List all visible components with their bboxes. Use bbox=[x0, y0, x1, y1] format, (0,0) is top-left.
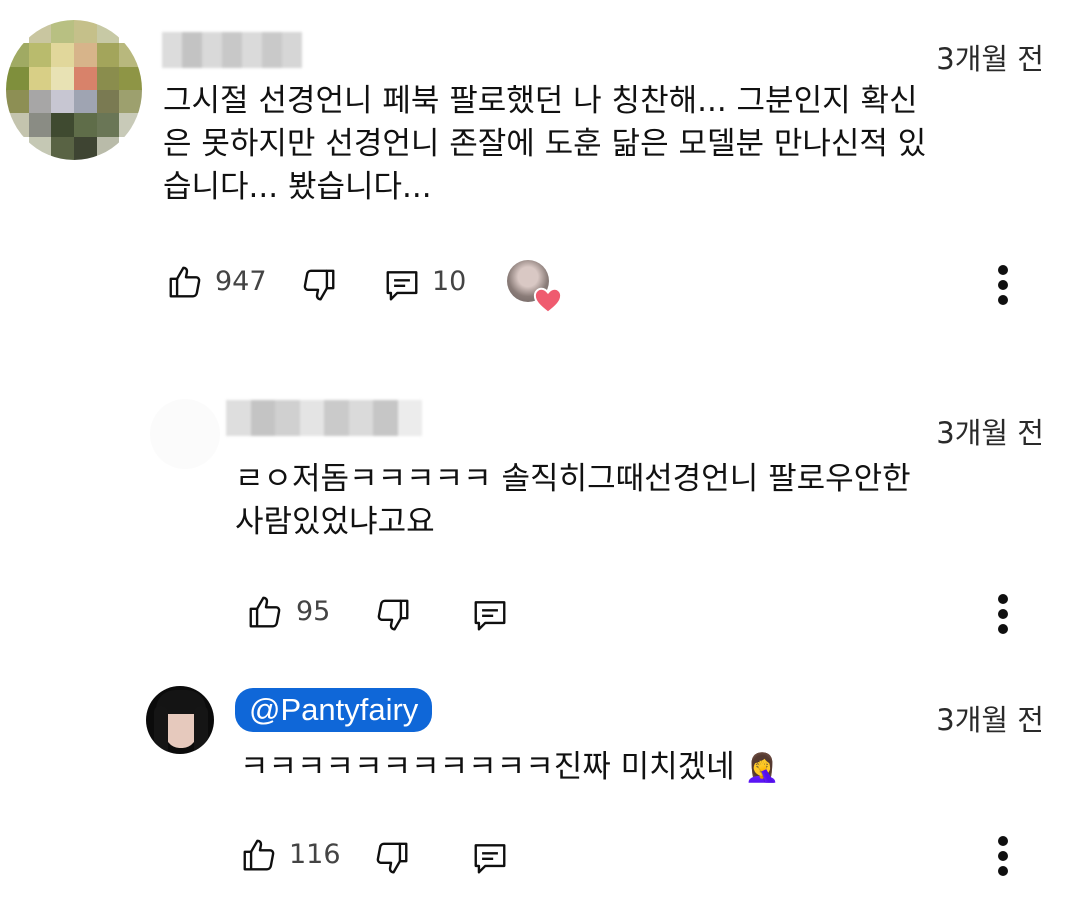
timestamp[interactable]: 3개월 전 bbox=[936, 697, 1044, 739]
comment-line: 그시절 선경언니 페북 팔로했던 나 칭찬해... 그분인지 확신 bbox=[163, 83, 918, 119]
thumb-up-icon[interactable] bbox=[240, 836, 278, 874]
timestamp[interactable]: 3개월 전 bbox=[936, 36, 1044, 78]
comment-line: ㅋㅋㅋㅋㅋㅋㅋㅋㅋㅋㅋ진짜 미치겠네 bbox=[240, 749, 735, 785]
avatar-hair-right bbox=[194, 706, 208, 754]
avatar[interactable] bbox=[146, 686, 214, 754]
more-vertical-icon[interactable] bbox=[996, 836, 1010, 876]
like-count: 116 bbox=[289, 839, 341, 870]
author-name-blurred[interactable] bbox=[226, 400, 422, 436]
comment-text: ㄹㅇ저돔ㅋㅋㅋㅋㅋ 솔직히그때선경언니 팔로우안한 사람있었냐고요 bbox=[235, 458, 1055, 544]
thumb-down-icon[interactable] bbox=[374, 596, 412, 634]
author-name-blurred[interactable] bbox=[162, 32, 302, 68]
like-count: 95 bbox=[296, 596, 331, 627]
avatar-hair-left bbox=[154, 706, 168, 754]
reply-count[interactable]: 10 bbox=[432, 266, 466, 297]
avatar[interactable] bbox=[6, 20, 142, 160]
more-vertical-icon[interactable] bbox=[996, 265, 1010, 305]
comment-line: 습니다... 봤습니다... bbox=[163, 169, 432, 205]
avatar[interactable] bbox=[150, 399, 220, 469]
thumb-down-icon[interactable] bbox=[373, 839, 411, 877]
author-handle[interactable]: @Pantyfairy bbox=[235, 688, 433, 732]
thumb-down-icon[interactable] bbox=[300, 266, 338, 304]
thumb-up-icon[interactable] bbox=[246, 593, 284, 631]
reply-icon[interactable] bbox=[470, 839, 510, 877]
like-count: 947 bbox=[215, 266, 267, 297]
comment-line: 은 못하지만 선경언니 존잘에 도훈 닮은 모델분 만나신적 있 bbox=[163, 126, 927, 162]
creator-heart[interactable] bbox=[507, 260, 563, 314]
more-vertical-icon[interactable] bbox=[996, 594, 1010, 634]
comment-text: ㅋㅋㅋㅋㅋㅋㅋㅋㅋㅋㅋ진짜 미치겠네 🤦‍♀️ bbox=[240, 746, 779, 789]
thumb-up-icon[interactable] bbox=[166, 263, 204, 301]
comment-text: 그시절 선경언니 페북 팔로했던 나 칭찬해... 그분인지 확신 은 못하지만… bbox=[163, 80, 1053, 209]
creator-heart-icon bbox=[533, 286, 563, 318]
comment-line: ㄹㅇ저돔ㅋㅋㅋㅋㅋ 솔직히그때선경언니 팔로우안한 bbox=[235, 461, 911, 497]
timestamp[interactable]: 3개월 전 bbox=[936, 410, 1044, 452]
facepalm-emoji: 🤦‍♀️ bbox=[744, 751, 780, 784]
reply-icon[interactable] bbox=[382, 266, 422, 304]
reply-icon[interactable] bbox=[470, 596, 510, 634]
comment-line: 사람있었냐고요 bbox=[235, 504, 435, 540]
